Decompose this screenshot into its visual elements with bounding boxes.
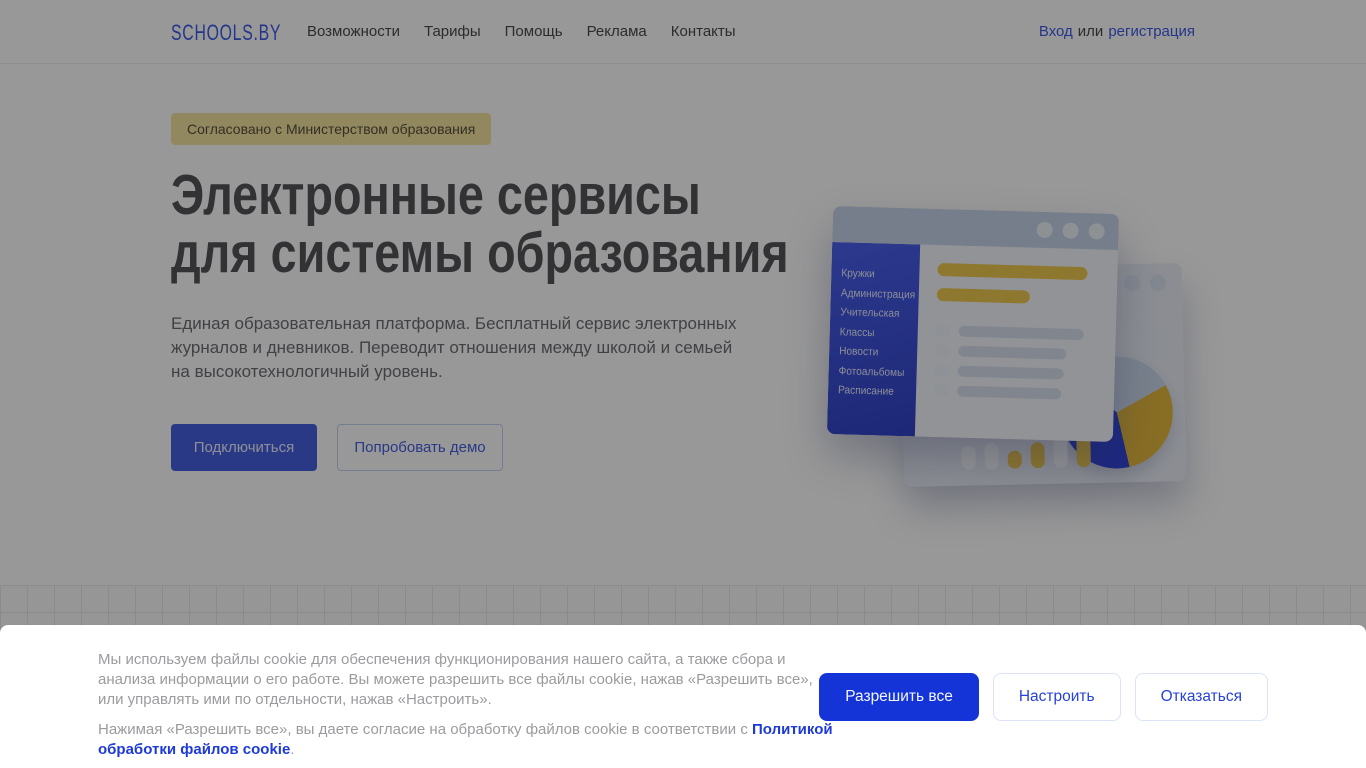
configure-cookies-button[interactable]: Настроить — [992, 673, 1121, 721]
cookie-text: Мы используем файлы cookie для обеспечен… — [98, 650, 840, 768]
cookie-buttons: Разрешить все Настроить Отказаться — [819, 673, 1268, 721]
cookie-paragraph-2-suffix: . — [290, 741, 295, 758]
decline-cookies-button[interactable]: Отказаться — [1134, 673, 1268, 721]
cookie-paragraph-1: Мы используем файлы cookie для обеспечен… — [98, 651, 813, 708]
cookie-paragraph-2-prefix: Нажимая «Разрешить все», вы даете соглас… — [98, 721, 752, 738]
cookie-banner: Мы используем файлы cookie для обеспечен… — [0, 625, 1366, 768]
page: SCHOOLS.BY Возможности Тарифы Помощь Рек… — [0, 0, 1366, 768]
allow-all-cookies-button[interactable]: Разрешить все — [819, 673, 979, 721]
cookie-paragraph-2: Нажимая «Разрешить все», вы даете соглас… — [98, 720, 840, 760]
